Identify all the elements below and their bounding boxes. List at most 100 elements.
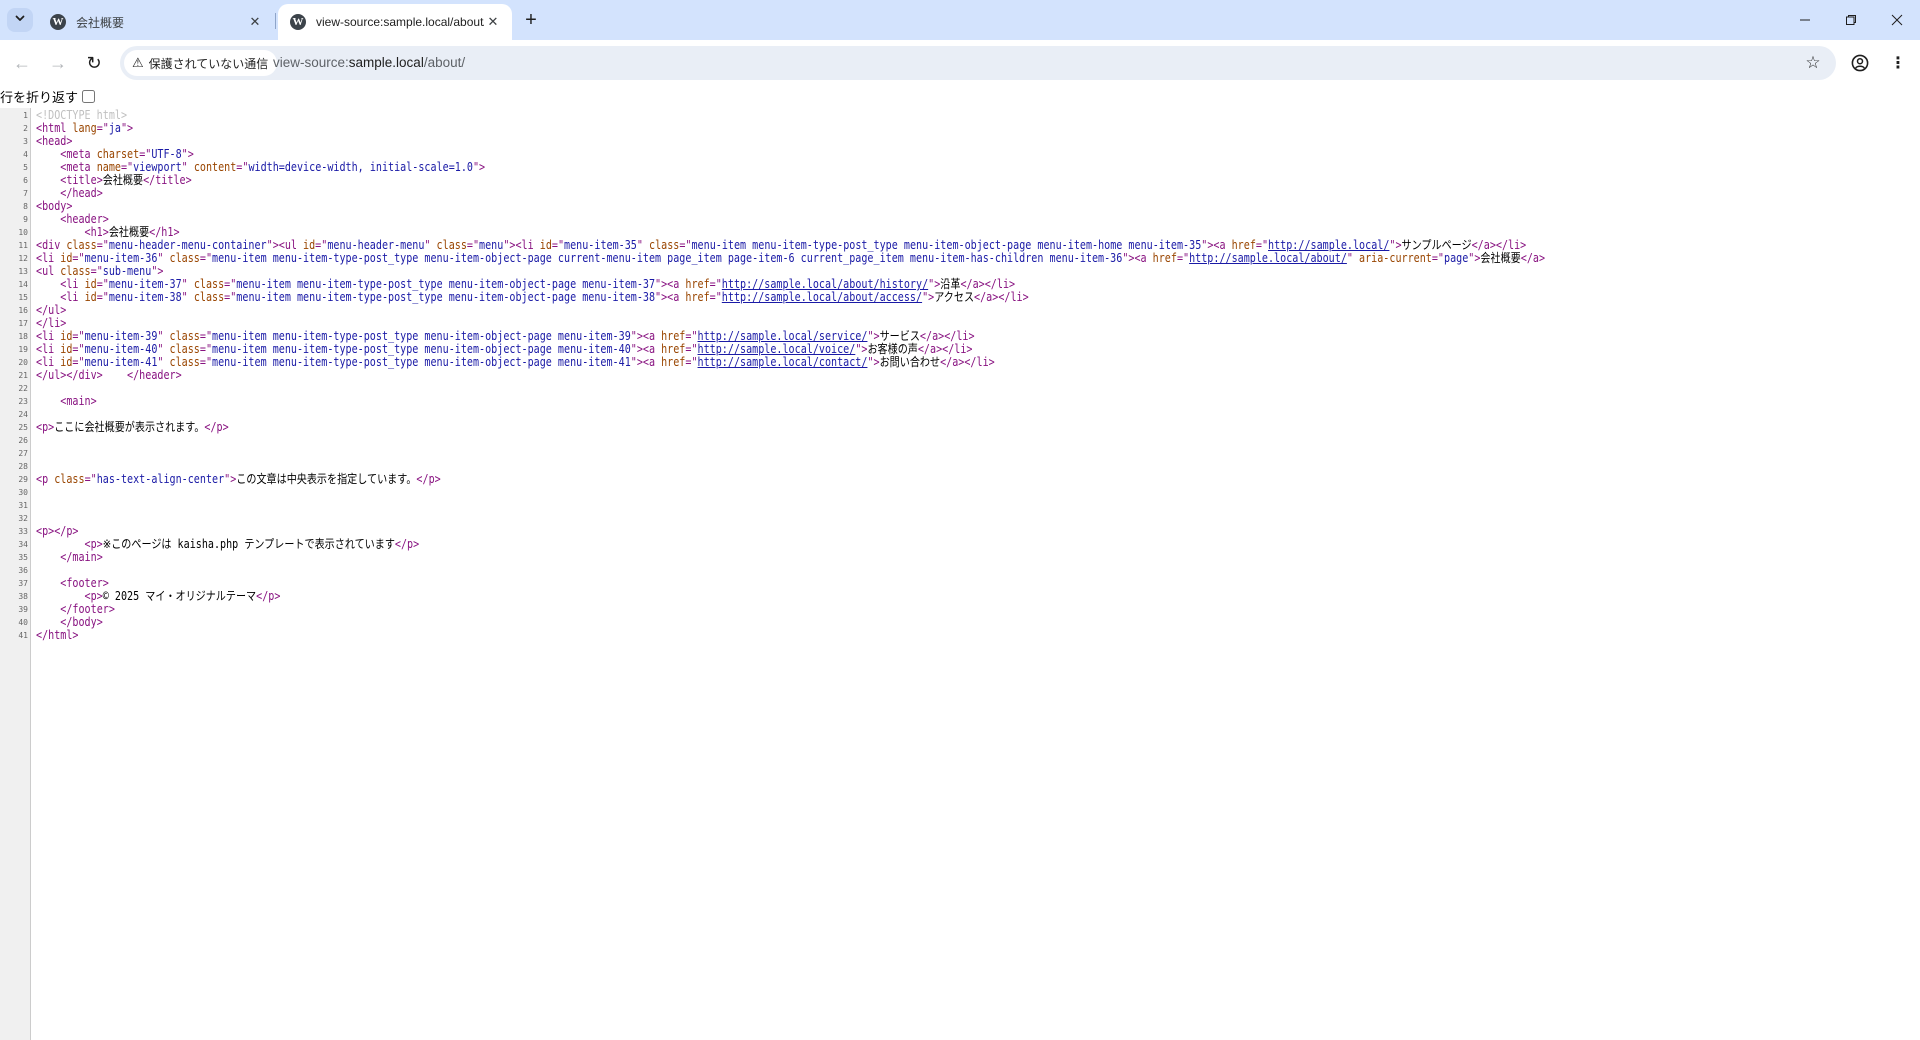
line-number: 1 [23,111,28,120]
source-token: name [96,160,121,174]
source-token: =" [466,238,480,252]
source-token: <h1> [84,225,109,239]
source-token: " [181,290,194,304]
line-number: 15 [18,293,28,302]
tab-company-overview[interactable]: W 会社概要 ✕ [38,4,274,40]
source-token: =" [199,251,213,265]
source-token [36,147,60,161]
source-token [36,173,60,187]
source-token: </p> [394,537,420,551]
source-token: " [424,238,437,252]
bookmark-button[interactable]: ☆ [1800,50,1826,76]
line-number: 24 [18,410,28,419]
address-bar[interactable]: ⚠ 保護されていない通信 view-source:sample.local/ab… [120,46,1836,80]
source-token: =" [685,342,698,356]
vertical-dots-icon: ⋮ [1890,55,1906,72]
restore-button[interactable] [1828,0,1874,40]
source-token: <div [36,238,67,252]
tab-divider [275,13,276,29]
source-token: </header> [127,368,182,382]
source-token: =" [96,290,109,304]
source-token: =" [199,329,213,343]
url-text[interactable]: view-source:sample.local/about/ [273,46,465,80]
source-token: </ul></div> [36,368,103,382]
source-token: =" [224,290,237,304]
back-button[interactable]: ← [8,49,36,77]
source-token: <header> [60,212,109,226]
source-token: " [181,160,194,174]
source-token: menu [479,238,504,252]
source-token: =" [224,277,237,291]
source-token: <li [60,277,85,291]
source-link[interactable]: http://sample.local/about/ [1189,251,1347,265]
source-token: menu-item menu-item-type-post_type menu-… [236,290,656,304]
source-token: </p> [204,420,229,434]
source-token: お客様の声 [867,342,918,356]
source-token: 会社概要 [108,225,150,239]
source-link[interactable]: http://sample.local/about/access/ [722,290,922,304]
line-number: 29 [18,475,28,484]
source-token: =" [72,355,85,369]
source-token: <li [60,290,85,304]
browser-menu-button[interactable]: ⋮ [1885,50,1911,76]
source-token: href [1231,238,1256,252]
source-token: =" [315,238,328,252]
source-token: "> [151,264,164,278]
reload-button[interactable]: ↻ [80,49,108,77]
source-token: 沿革 [940,277,961,291]
forward-button[interactable]: → [44,49,72,77]
source-link[interactable]: http://sample.local/voice/ [698,342,856,356]
source-token: アクセス [934,290,975,304]
close-icon[interactable]: ✕ [246,13,264,31]
source-token: © 2025 マイ・オリジナルテーマ [102,589,257,603]
source-link[interactable]: http://sample.local/about/history/ [722,277,928,291]
source-token: 会社概要 [102,173,144,187]
source-token: sub-menu [102,264,152,278]
profile-button[interactable] [1847,50,1873,76]
source-token: </html> [36,628,79,642]
line-wrap-option: 行を折り返す [0,87,96,105]
source-link[interactable]: http://sample.local/ [1268,238,1389,252]
source-token: <meta [60,147,97,161]
source-token: <title> [60,173,103,187]
source-token: id [84,277,97,291]
tab-title: 会社概要 [76,15,125,30]
line-number: 14 [18,280,28,289]
source-token: id [84,290,97,304]
source-token: <!DOCTYPE html> [36,108,128,122]
tab-view-source[interactable]: W view-source:sample.local/about/ ✕ [278,4,512,40]
source-token [36,615,60,629]
source-link[interactable]: http://sample.local/service/ [698,329,868,343]
line-number: 37 [18,579,28,588]
source-token: =" [679,238,692,252]
line-number: 8 [23,202,28,211]
source-token: </a></li> [940,355,995,369]
line-number: 38 [18,592,28,601]
source-view: 1 2 3 4 5 6 7 8 9 10 11 12 13 14 15 16 17 18 19 20 21 22 23 24 2… [0,108,1920,1040]
source-token: </p> [416,472,441,486]
source-token: href [685,277,710,291]
source-token: =" [236,160,249,174]
source-token: menu-item menu-item-type-post_type menu-… [691,238,1202,252]
source-token: charset [96,147,140,161]
minimize-button[interactable] [1782,0,1828,40]
source-token: menu-item-39 [84,329,158,343]
source-token: "><a [1122,251,1153,265]
source-token: width=device-width, initial-scale=1.0 [248,160,473,174]
source-token: <p></p> [36,524,79,538]
tab-search-button[interactable] [7,8,33,32]
security-chip[interactable]: ⚠ 保護されていない通信 [124,50,278,76]
source-token: menu-item-36 [84,251,158,265]
close-window-button[interactable] [1874,0,1920,40]
new-tab-button[interactable]: + [519,8,543,32]
source-token: class [54,472,85,486]
source-line: </html> [36,629,78,642]
source-token: " [1346,251,1360,265]
source-token: id [60,329,73,343]
close-icon[interactable]: ✕ [484,13,502,31]
line-number: 5 [23,163,28,172]
source-token: class [169,355,200,369]
line-wrap-checkbox[interactable] [82,89,96,103]
line-number: 39 [18,605,28,614]
source-link[interactable]: http://sample.local/contact/ [698,355,868,369]
